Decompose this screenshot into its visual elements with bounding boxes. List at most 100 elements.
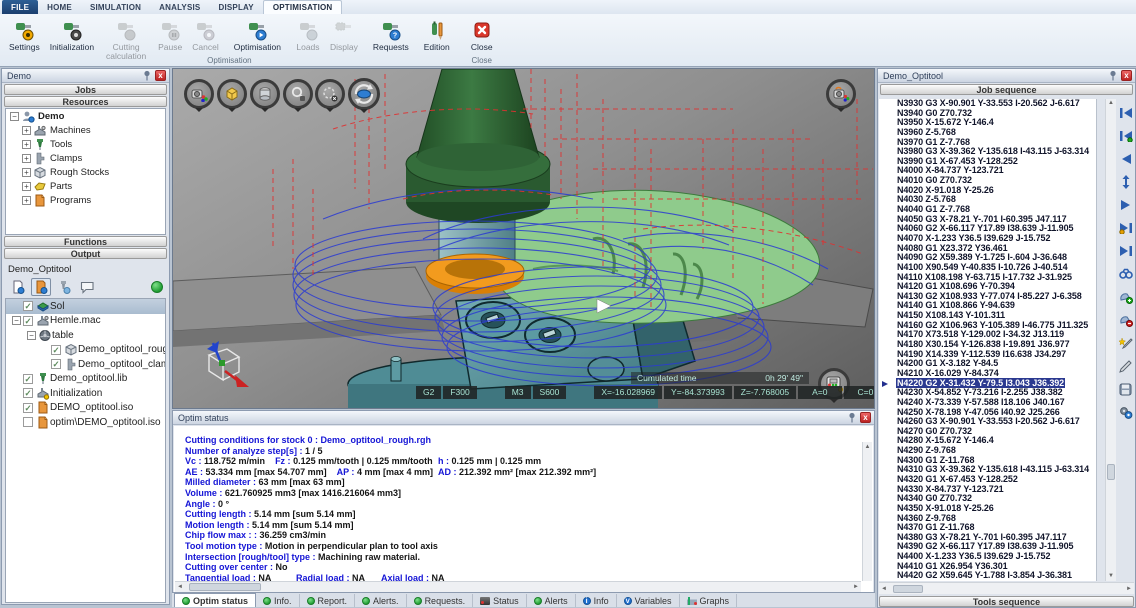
expand-icon[interactable]: + (22, 168, 31, 177)
tab-optim-status[interactable]: Optim status (174, 593, 256, 607)
new-document-icon[interactable] (8, 278, 28, 296)
binoculars-icon[interactable] (1118, 266, 1134, 282)
optim-horizontal-scrollbar[interactable]: ◄► (175, 581, 861, 592)
collapse-icon[interactable]: − (12, 316, 21, 325)
gcode-horizontal-scrollbar[interactable]: ◄► (879, 582, 1134, 594)
gcode-list[interactable]: N3930 G3 X-90.901 Y-33.553 I-20.562 J-6.… (879, 99, 1097, 581)
expand-icon[interactable]: + (22, 154, 31, 163)
go-last-icon[interactable] (1118, 243, 1134, 259)
collapse-icon[interactable]: − (27, 331, 36, 340)
expand-icon[interactable]: + (22, 182, 31, 191)
optimisation-button[interactable]: Optimisation (229, 17, 286, 53)
rotate-icon[interactable] (348, 78, 380, 110)
close-optimisation-button[interactable]: Close (465, 17, 499, 53)
tab-display[interactable]: DISPLAY (209, 0, 262, 14)
project-item-iso[interactable]: DEMO_optitool.iso (6, 401, 165, 416)
tab-simulation[interactable]: SIMULATION (81, 0, 150, 14)
checkbox[interactable] (23, 403, 33, 413)
pin-icon[interactable] (1109, 70, 1118, 81)
edition-button[interactable]: Edition (419, 17, 455, 53)
functions-bar[interactable]: Functions (4, 236, 167, 247)
expand-icon[interactable]: + (22, 140, 31, 149)
tree-item-parts[interactable]: + Parts (6, 179, 165, 193)
tab-analysis[interactable]: ANALYSIS (150, 0, 209, 14)
checkbox[interactable] (51, 359, 61, 369)
close-icon[interactable]: x (860, 412, 871, 423)
tab-alerts-dot[interactable]: Alerts. (355, 594, 407, 607)
settings-button[interactable]: Settings (4, 17, 45, 53)
checkbox[interactable] (23, 388, 33, 398)
expand-icon[interactable]: + (22, 196, 31, 205)
output-bar[interactable]: Output (4, 248, 167, 259)
tool-remove-icon[interactable] (1118, 312, 1134, 328)
tab-info[interactable]: iInfo (576, 594, 617, 607)
job-sequence-bar[interactable]: Job sequence (880, 84, 1133, 95)
checkbox[interactable] (51, 345, 61, 355)
project-item-optim-iso[interactable]: optim\DEMO_optitool.iso (6, 415, 165, 430)
optim-vertical-scrollbar[interactable]: ▲ (862, 442, 872, 581)
project-item-hemle[interactable]: − Hemle.mac (6, 314, 165, 329)
project-item-lib[interactable]: Demo_optitool.lib (6, 372, 165, 387)
edit-icon[interactable] (1118, 358, 1134, 374)
capture-view-icon[interactable] (826, 79, 856, 109)
vertical-range-icon[interactable] (1118, 174, 1134, 190)
expand-icon[interactable]: + (22, 126, 31, 135)
pin-icon[interactable] (143, 70, 152, 81)
go-first-marked-icon[interactable] (1118, 128, 1134, 144)
go-first-icon[interactable] (1118, 105, 1134, 121)
tree-item-programs[interactable]: + Programs (6, 193, 165, 207)
gears-icon[interactable] (1118, 404, 1134, 420)
tree-item-rough-stocks[interactable]: + Rough Stocks (6, 165, 165, 179)
viewport-3d[interactable]: Cumulated time 0h 29' 49" G2 F300 M3 S60… (172, 68, 875, 409)
project-item-sol[interactable]: Sol (6, 299, 165, 314)
tab-info-dot[interactable]: Info. (256, 594, 300, 607)
step-forward-marked-icon[interactable] (1118, 220, 1134, 236)
project-item-table[interactable]: − table (6, 328, 165, 343)
display-button[interactable]: Display (325, 17, 363, 53)
tree-item-clamps[interactable]: + Clamps (6, 151, 165, 165)
requests-button[interactable]: ? Requests (368, 17, 414, 53)
cancel-button[interactable]: Cancel (187, 17, 223, 53)
close-icon[interactable]: x (1121, 70, 1132, 81)
view-cube-icon[interactable] (217, 79, 247, 109)
tab-requests[interactable]: Requests. (407, 594, 474, 607)
tools-sequence-bar[interactable]: Tools sequence (879, 596, 1134, 607)
tab-alerts[interactable]: Alerts (527, 594, 576, 607)
collapse-icon[interactable]: − (10, 112, 19, 121)
tab-file[interactable]: FILE (2, 0, 38, 14)
resources-bar[interactable]: Resources (4, 96, 167, 107)
document-gear-icon[interactable] (31, 278, 51, 296)
tab-optimisation[interactable]: OPTIMISATION (263, 0, 343, 14)
tree-item-machines[interactable]: + Machines (6, 123, 165, 137)
play-forward-icon[interactable] (1118, 197, 1134, 213)
project-item-rough[interactable]: Demo_optitool_rough.rgh (6, 343, 165, 358)
project-item-initialization[interactable]: Initialization (6, 386, 165, 401)
edit-new-icon[interactable] (1118, 335, 1134, 351)
pause-button[interactable]: Pause (153, 17, 187, 53)
project-item-clamp[interactable]: Demo_optitool_clamp.clp (6, 357, 165, 372)
tool-config-icon[interactable] (54, 278, 74, 296)
machine-view-icon[interactable] (184, 79, 214, 109)
checkbox[interactable] (23, 374, 33, 384)
checkbox[interactable] (23, 316, 33, 326)
tab-status[interactable]: Status (473, 594, 527, 607)
jobs-bar[interactable]: Jobs (4, 84, 167, 95)
scrollbar-thumb[interactable] (1107, 464, 1115, 480)
initialization-button[interactable]: Initialization (45, 17, 99, 53)
play-backward-icon[interactable] (1118, 151, 1134, 167)
checkbox[interactable] (23, 301, 33, 311)
tab-home[interactable]: HOME (38, 0, 81, 14)
tree-item-tools[interactable]: + Tools (6, 137, 165, 151)
close-icon[interactable]: x (155, 70, 166, 81)
checkbox[interactable] (23, 417, 33, 427)
selection-icon[interactable] (315, 79, 345, 109)
tool-add-icon[interactable] (1118, 289, 1134, 305)
gcode-vertical-scrollbar[interactable]: ▲ ▼ (1105, 99, 1116, 581)
tab-report[interactable]: Report. (300, 594, 356, 607)
tree-item-demo[interactable]: − Demo (6, 109, 165, 123)
comment-icon[interactable] (77, 278, 97, 296)
pin-icon[interactable] (848, 412, 857, 423)
stock-view-icon[interactable] (250, 79, 280, 109)
loads-button[interactable]: Loads (291, 17, 325, 53)
save-icon[interactable] (1118, 381, 1134, 397)
